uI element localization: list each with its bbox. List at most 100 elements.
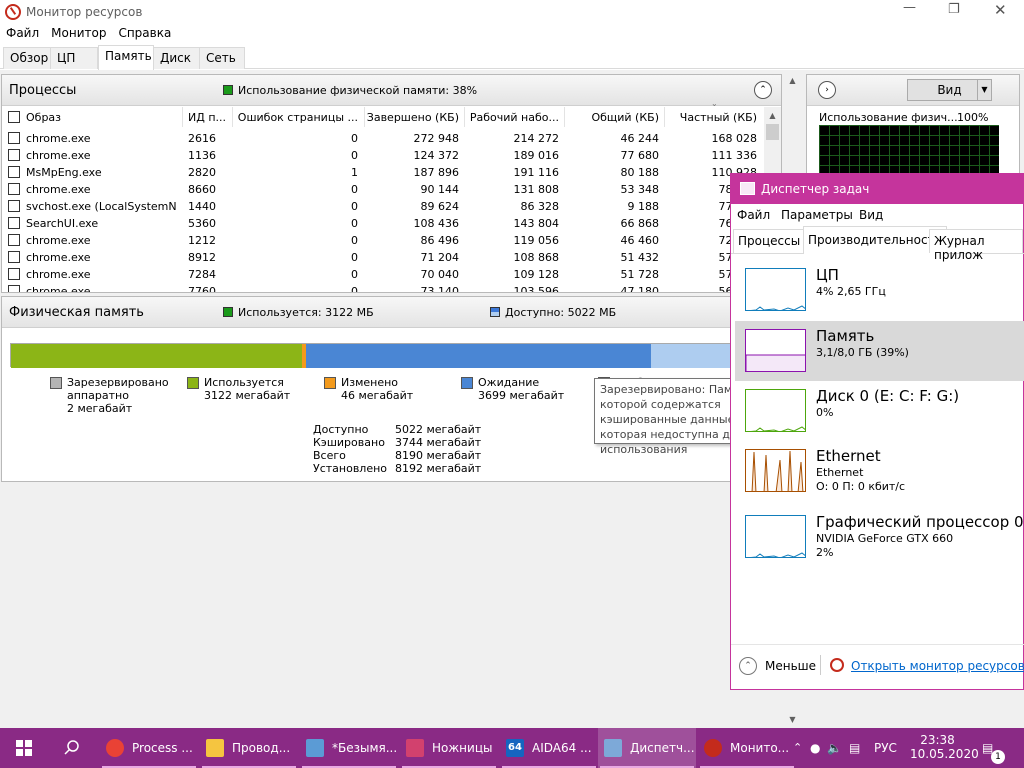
tab-memory[interactable]: Память (98, 45, 154, 70)
col-private[interactable]: Частный (КБ) (667, 111, 757, 124)
menu-help[interactable]: Справка (112, 24, 177, 40)
clock-time: 23:38 (920, 733, 955, 747)
main-scroll-up-icon[interactable]: ▲ (784, 72, 801, 89)
tm-tab-processes[interactable]: Процессы (733, 229, 806, 253)
table-cell: 0 (351, 234, 358, 247)
physical-memory-header[interactable]: Физическая память Используется: 3122 МБ … (2, 297, 781, 328)
row-checkbox[interactable] (8, 132, 20, 144)
volume-icon[interactable]: 🔈 (827, 728, 842, 768)
tm-menu-view[interactable]: Вид (859, 208, 883, 222)
table-cell: 2820 (188, 166, 216, 179)
col-commit[interactable]: Завершено (КБ) (364, 111, 459, 124)
perf-item-1[interactable]: Память 3,1/8,0 ГБ (39%) (735, 321, 1024, 381)
close-button[interactable]: ✕ (994, 1, 1007, 19)
table-cell: chrome.exe (26, 234, 91, 247)
row-checkbox[interactable] (8, 183, 20, 195)
tm-menu-options[interactable]: Параметры (781, 208, 853, 222)
col-shareable[interactable]: Общий (КБ) (567, 111, 659, 124)
tab-network[interactable]: Сеть (199, 47, 245, 69)
row-checkbox[interactable] (8, 285, 20, 292)
table-row[interactable]: chrome.exe8660090 144131 80853 34878 460 (2, 181, 764, 198)
col-pid[interactable]: ИД п... (188, 111, 226, 124)
fewer-details-icon[interactable]: ⌃ (739, 657, 757, 675)
memory-segment-used[interactable] (11, 344, 303, 368)
menu-monitor[interactable]: Монитор (45, 24, 112, 40)
perf-details: Ethernet О: 0 П: 0 кбит/с (816, 466, 905, 494)
row-checkbox[interactable] (8, 200, 20, 212)
row-checkbox[interactable] (8, 234, 20, 246)
table-row[interactable]: chrome.exe 1136 0 124 372 189 016 77 680 111 3… (2, 147, 764, 164)
taskbar-app-0[interactable]: Process ... (100, 728, 198, 768)
table-row[interactable]: chrome.exe7284070 040109 12851 72857 400 (2, 266, 764, 283)
select-all-checkbox[interactable] (8, 111, 20, 123)
row-checkbox[interactable] (8, 149, 20, 161)
network-icon[interactable]: ▤ (849, 728, 860, 768)
tab-cpu[interactable]: ЦП (50, 47, 98, 69)
tab-overview[interactable]: Обзор (3, 47, 51, 69)
table-cell: 111 336 (711, 149, 758, 162)
table-row[interactable]: MsMpEng.exe 2820 1 187 896 191 116 80 188 110 … (2, 164, 764, 181)
col-image[interactable]: Образ (26, 111, 61, 124)
tm-menu-file[interactable]: Файл (737, 208, 770, 222)
usage-legend-icon (223, 85, 233, 95)
table-row[interactable]: chrome.exe 2616 0 272 948 214 272 46 244 168 0… (2, 130, 764, 147)
table-cell: 5360 (188, 217, 216, 230)
taskbar-app-1[interactable]: Провод... (200, 728, 298, 768)
taskbar-app-6[interactable]: Монито... (698, 728, 796, 768)
table-cell: 272 948 (413, 132, 460, 145)
table-row[interactable]: SearchUI.exe 5360 0 108 436 143 804 66 868 76 … (2, 215, 764, 232)
tab-bar: Обзор ЦП Память Диск Сеть (0, 45, 1024, 70)
row-checkbox[interactable] (8, 251, 20, 263)
perf-line1: Ethernet (816, 466, 864, 479)
clock[interactable]: 23:38 10.05.2020 (910, 733, 979, 761)
legend-name: Ожидание (478, 376, 540, 389)
table-cell: 189 016 (513, 149, 560, 162)
expand-icon[interactable]: › (818, 81, 836, 99)
view-dropdown-icon[interactable]: ▼ (977, 79, 992, 101)
menu-file[interactable]: Файл (0, 24, 45, 40)
notification-icon[interactable]: ▤ (982, 728, 993, 768)
memory-segment-standby[interactable] (306, 344, 651, 368)
col-hard-faults[interactable]: Ошибок страницы ... (234, 111, 358, 124)
perf-thumbnail (745, 389, 806, 432)
table-cell: 0 (351, 132, 358, 145)
taskbar-app-4[interactable]: 64 AIDA64 ... (500, 728, 598, 768)
main-scroll-down-icon[interactable]: ▼ (784, 711, 801, 728)
table-row[interactable]: chrome.exe8912071 204108 86851 43257 436 (2, 249, 764, 266)
taskbar-app-label: Провод... (232, 741, 291, 755)
perf-thumbnail (745, 329, 806, 372)
perf-item-3[interactable]: Ethernet Ethernet О: 0 П: 0 кбит/с (735, 441, 1024, 507)
minimize-button[interactable]: — (903, 0, 917, 15)
scroll-thumb[interactable] (766, 124, 779, 140)
taskbar-app-5[interactable]: Диспетч... (598, 728, 696, 768)
row-checkbox[interactable] (8, 166, 20, 178)
row-checkbox[interactable] (8, 268, 20, 280)
processes-header[interactable]: Процессы Использование физической памяти… (2, 75, 781, 106)
perf-item-0[interactable]: ЦП 4% 2,65 ГГц (735, 260, 1024, 320)
perf-item-2[interactable]: Диск 0 (E: C: F: G:) 0% (735, 381, 1024, 441)
perf-line1: NVIDIA GeForce GTX 660 (816, 532, 954, 545)
language-indicator[interactable]: РУС (874, 728, 897, 768)
table-row[interactable]: svchost.exe (LocalSystemNet... 1440 0 89 62… (2, 198, 764, 215)
tab-disk[interactable]: Диск (153, 47, 200, 69)
maximize-button[interactable]: ❐ (948, 2, 960, 17)
perf-item-4[interactable]: Графический процессор 0 NVIDIA GeForce GT… (735, 507, 1024, 573)
fewer-details-button[interactable]: Меньше (765, 659, 816, 673)
search-button[interactable] (48, 728, 96, 768)
tm-tab-performance[interactable]: Производительность (803, 226, 947, 254)
resource-monitor-icon (5, 4, 21, 20)
scroll-up-icon[interactable]: ▲ (764, 107, 781, 124)
stat-available-value: 5022 мегабайт (395, 423, 482, 436)
tray-user-icon[interactable]: ● (810, 728, 820, 768)
table-row[interactable]: chrome.exe7760073 140103 59647 18056 416 (2, 283, 764, 292)
taskbar-app-2[interactable]: *Безымя... (300, 728, 398, 768)
open-resource-monitor-link[interactable]: Открыть монитор ресурсов (851, 659, 1024, 673)
collapse-icon[interactable]: ⌃ (754, 81, 772, 99)
tm-tab-app-history[interactable]: Журнал прилож (929, 229, 1023, 262)
start-button[interactable] (0, 728, 48, 768)
taskbar-app-3[interactable]: Ножницы (400, 728, 498, 768)
col-working-set[interactable]: Рабочий набо... (467, 111, 559, 124)
table-cell: chrome.exe (26, 251, 91, 264)
row-checkbox[interactable] (8, 217, 20, 229)
table-row[interactable]: chrome.exe1212086 496119 05646 46072 596 (2, 232, 764, 249)
